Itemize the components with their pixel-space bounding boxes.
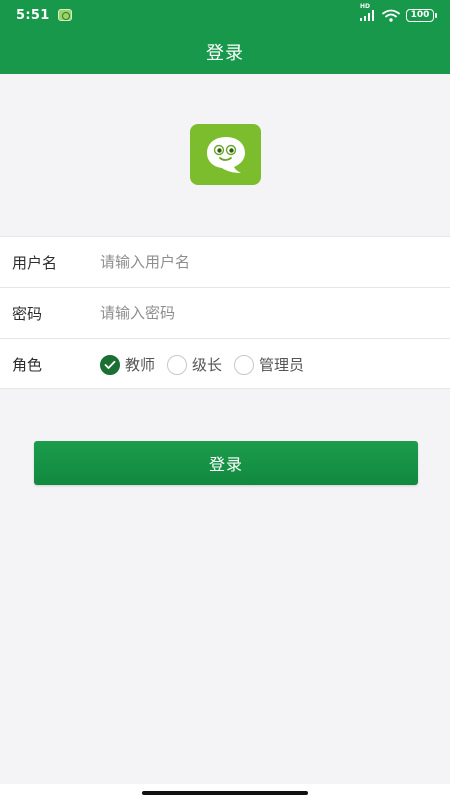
role-option-label: 级长 [192, 356, 223, 374]
role-radio-group: 教师 级长 管理员 [100, 339, 316, 390]
role-row: 角色 教师 级长 管理员 [0, 339, 450, 390]
username-input[interactable] [100, 237, 450, 287]
role-option-grade-leader[interactable]: 级长 [167, 354, 222, 375]
role-option-teacher[interactable]: 教师 [100, 354, 155, 375]
radio-checked[interactable] [100, 354, 120, 375]
radio-unchecked[interactable] [234, 354, 255, 375]
password-input[interactable] [100, 288, 450, 338]
status-time: 5:51 [16, 7, 50, 23]
role-option-label: 管理员 [259, 356, 305, 374]
chat-bubble-face-icon [206, 136, 245, 173]
radio-unchecked[interactable] [167, 354, 188, 375]
title-bar: 登录 [0, 30, 450, 74]
password-label: 密码 [12, 304, 43, 323]
username-row: 用户名 [0, 237, 450, 288]
login-button[interactable]: 登录 [34, 441, 418, 485]
login-form: 用户名 密码 角色 教师 级长 [0, 236, 450, 389]
status-bar: 5:51 HD 100 [0, 0, 450, 30]
username-label: 用户名 [12, 253, 58, 272]
app-logo [190, 124, 261, 185]
signal-icon: HD [360, 3, 376, 21]
battery-icon: 100 [406, 8, 437, 22]
status-icons: HD 100 [360, 3, 437, 22]
battery-level: 100 [410, 9, 430, 20]
checkmark-icon [104, 360, 116, 369]
header: 5:51 HD 100 登录 [0, 0, 450, 74]
home-indicator[interactable] [142, 791, 308, 795]
role-option-label: 教师 [125, 356, 156, 374]
role-option-admin[interactable]: 管理员 [234, 354, 304, 375]
wifi-icon [382, 9, 400, 22]
password-row: 密码 [0, 288, 450, 339]
network-type-label: HD [360, 3, 371, 10]
login-screen: 5:51 HD 100 登录 用户名 请输入用户名 密码 角色 教师 级长 管理… [0, 0, 450, 800]
app-notification-icon [57, 9, 72, 21]
role-label: 角色 [12, 356, 43, 374]
page-title: 登录 [206, 43, 244, 64]
